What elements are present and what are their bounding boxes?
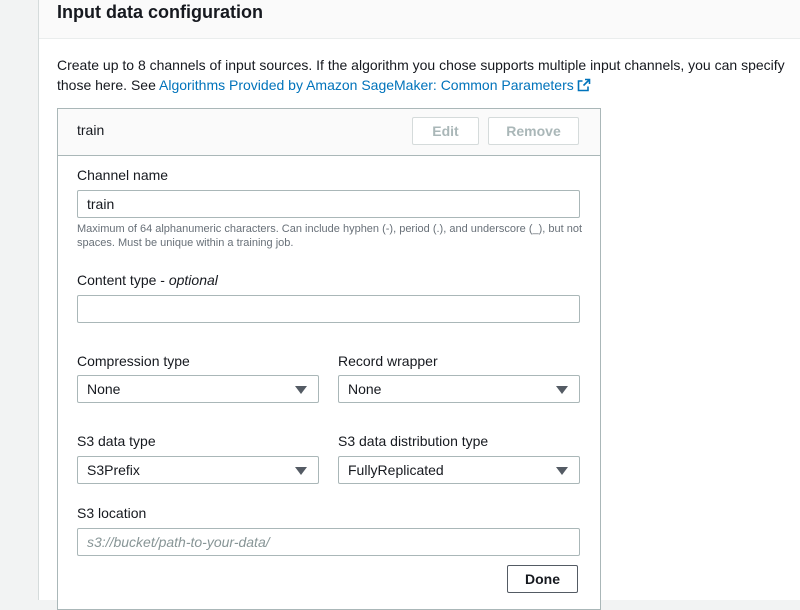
s3-location-label: S3 location (77, 505, 147, 521)
channel-name-label: Channel name (77, 167, 169, 183)
channel-card: train Edit Remove Channel name train Max… (57, 108, 601, 610)
record-wrapper-value: None (348, 381, 382, 397)
panel-description: Create up to 8 channels of input sources… (57, 55, 787, 95)
s3-distribution-label: S3 data distribution type (338, 433, 489, 449)
input-data-configuration-panel: Input data configuration Create up to 8 … (38, 0, 800, 610)
record-wrapper-label: Record wrapper (338, 353, 438, 369)
compression-type-select[interactable]: None (77, 375, 319, 403)
panel-title: Input data configuration (57, 2, 263, 22)
content-type-label: Content type - optional (77, 272, 218, 288)
remove-button[interactable]: Remove (488, 117, 579, 145)
s3-data-type-value: S3Prefix (87, 462, 140, 478)
caret-down-icon (295, 386, 307, 394)
done-button[interactable]: Done (507, 565, 578, 593)
caret-down-icon (556, 467, 568, 475)
s3-location-input[interactable]: s3://bucket/path-to-your-data/ (77, 528, 580, 556)
panel-header: Input data configuration (39, 0, 800, 39)
channel-title: train (77, 122, 105, 138)
external-link-icon[interactable] (577, 78, 591, 92)
optional-text: optional (168, 272, 218, 288)
channel-header: train Edit Remove (58, 109, 600, 156)
s3-data-type-select[interactable]: S3Prefix (77, 456, 319, 484)
doc-link[interactable]: Algorithms Provided by Amazon SageMaker:… (159, 77, 591, 93)
s3-data-type-label: S3 data type (77, 433, 156, 449)
see-text: See (130, 77, 156, 93)
content-type-input[interactable] (77, 295, 580, 323)
channel-name-input[interactable]: train (77, 190, 580, 218)
doc-link-label[interactable]: Algorithms Provided by Amazon SageMaker:… (159, 77, 574, 93)
edit-button[interactable]: Edit (412, 117, 479, 145)
content-type-label-text: Content type (77, 272, 157, 288)
channel-name-hint: Maximum of 64 alphanumeric characters. C… (77, 223, 583, 249)
s3-distribution-value: FullyReplicated (348, 462, 444, 478)
s3-distribution-select[interactable]: FullyReplicated (338, 456, 580, 484)
caret-down-icon (295, 467, 307, 475)
record-wrapper-select[interactable]: None (338, 375, 580, 403)
caret-down-icon (556, 386, 568, 394)
compression-type-value: None (87, 381, 121, 397)
compression-type-label: Compression type (77, 353, 190, 369)
